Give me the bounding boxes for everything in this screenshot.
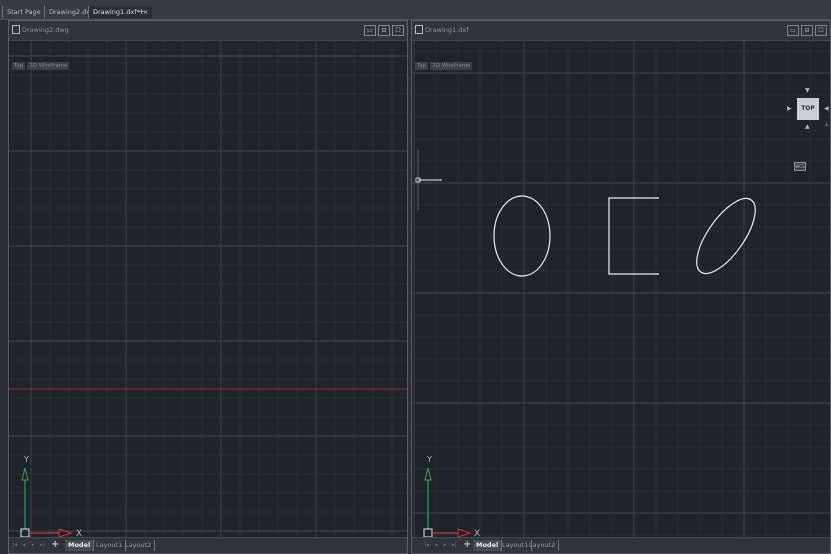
viewport-title: Drawing2.dwg bbox=[22, 26, 69, 34]
new-tab-button[interactable]: + bbox=[138, 6, 145, 18]
add-layout-button[interactable]: + bbox=[51, 539, 59, 551]
right-viewport[interactable]: Drawing1.dxf ▭ ⊟ ☐ Top 2D Wireframe ▼ ▶ … bbox=[411, 20, 831, 554]
viewport-title: Drawing1.dxf bbox=[425, 26, 469, 34]
window-buttons: ▭ ⊟ ☐ bbox=[364, 25, 404, 36]
view-control[interactable]: Top bbox=[415, 62, 429, 70]
document-tab-bar: Start Page Drawing2.dwg Drawing1.dxf* × + bbox=[0, 0, 831, 20]
maximize-button[interactable]: ☐ bbox=[815, 25, 827, 36]
minimize-button[interactable]: ▭ bbox=[787, 25, 799, 36]
restore-button[interactable]: ⊟ bbox=[378, 25, 390, 36]
drawing-canvas[interactable]: Top 2D Wireframe ▼ ▶ TOP ◀ ▲ ⇣ WCS Y X bbox=[412, 40, 830, 539]
next-layout-button[interactable]: ▸ bbox=[30, 541, 36, 549]
minimize-button[interactable]: ▭ bbox=[364, 25, 376, 36]
viewport-controls: Top 2D Wireframe bbox=[12, 62, 70, 70]
previous-layout-button[interactable]: ◂ bbox=[21, 541, 27, 549]
ucs-origin bbox=[423, 528, 433, 538]
left-viewport[interactable]: Drawing2.dwg ▭ ⊟ ☐ Top 2D Wireframe Y X … bbox=[8, 20, 408, 554]
layout-tab-bar: |◂ ◂ ▸ ▸| + Model Layout1 Layout2 bbox=[412, 537, 830, 553]
ucs-x-arrow bbox=[457, 528, 472, 538]
tab-model[interactable]: Model bbox=[473, 540, 503, 551]
ucs-icon: Y X bbox=[20, 455, 82, 539]
first-layout-button[interactable]: |◂ bbox=[12, 541, 18, 549]
ucs-y-label: Y bbox=[23, 455, 29, 464]
drawing-canvas[interactable]: Top 2D Wireframe Y X bbox=[9, 40, 407, 539]
tab-layout2[interactable]: Layout2 bbox=[526, 540, 560, 551]
wcs-menu[interactable]: WCS bbox=[794, 162, 806, 171]
view-control[interactable]: Top bbox=[12, 62, 26, 70]
ellipse-shape[interactable] bbox=[493, 195, 551, 277]
tilted-ellipse-shape[interactable] bbox=[686, 190, 766, 283]
visual-style-control[interactable]: 2D Wireframe bbox=[430, 62, 473, 70]
viewcube-rotate-icon[interactable]: ⇣ bbox=[824, 122, 829, 128]
previous-layout-button[interactable]: ◂ bbox=[433, 541, 439, 549]
restore-button[interactable]: ⊟ bbox=[801, 25, 813, 36]
tab-label: Drawing1.dxf* bbox=[93, 8, 140, 16]
document-icon bbox=[415, 25, 423, 34]
maximize-button[interactable]: ☐ bbox=[392, 25, 404, 36]
document-icon bbox=[12, 25, 20, 34]
next-layout-button[interactable]: ▸ bbox=[442, 541, 448, 549]
layout-tab-bar: |◂ ◂ ▸ ▸| + Model Layout1 Layout2 bbox=[9, 537, 407, 553]
viewcube-up-arrow[interactable]: ▼ bbox=[805, 88, 810, 94]
ucs-y-label: Y bbox=[426, 455, 432, 464]
viewport-controls: Top 2D Wireframe bbox=[415, 62, 473, 70]
last-layout-button[interactable]: ▸| bbox=[451, 541, 457, 549]
last-layout-button[interactable]: ▸| bbox=[39, 541, 45, 549]
ucs-x-arrow bbox=[58, 528, 73, 538]
viewport-header: Drawing1.dxf ▭ ⊟ ☐ bbox=[412, 21, 830, 41]
tab-model[interactable]: Model bbox=[65, 540, 95, 551]
viewcube-top-face[interactable]: TOP bbox=[797, 98, 819, 120]
viewcube[interactable]: ▼ ▶ TOP ◀ ▲ ⇣ WCS bbox=[784, 86, 830, 176]
viewcube-right-arrow[interactable]: ◀ bbox=[824, 106, 829, 112]
tab-start-page[interactable]: Start Page bbox=[2, 6, 45, 18]
window-buttons: ▭ ⊟ ☐ bbox=[787, 25, 827, 36]
ucs-origin bbox=[20, 528, 30, 538]
viewport-header: Drawing2.dwg ▭ ⊟ ☐ bbox=[9, 21, 407, 41]
viewcube-left-arrow[interactable]: ▶ bbox=[787, 106, 792, 112]
viewcube-down-arrow[interactable]: ▲ bbox=[805, 124, 810, 130]
add-layout-button[interactable]: + bbox=[463, 539, 471, 551]
first-layout-button[interactable]: |◂ bbox=[424, 541, 430, 549]
tab-label: Start Page bbox=[7, 8, 41, 16]
ucs-icon: Y X bbox=[423, 455, 480, 539]
tab-layout2[interactable]: Layout2 bbox=[122, 540, 156, 551]
visual-style-control[interactable]: 2D Wireframe bbox=[27, 62, 70, 70]
ucs-y-arrow bbox=[21, 467, 29, 481]
ucs-y-arrow bbox=[424, 467, 432, 481]
